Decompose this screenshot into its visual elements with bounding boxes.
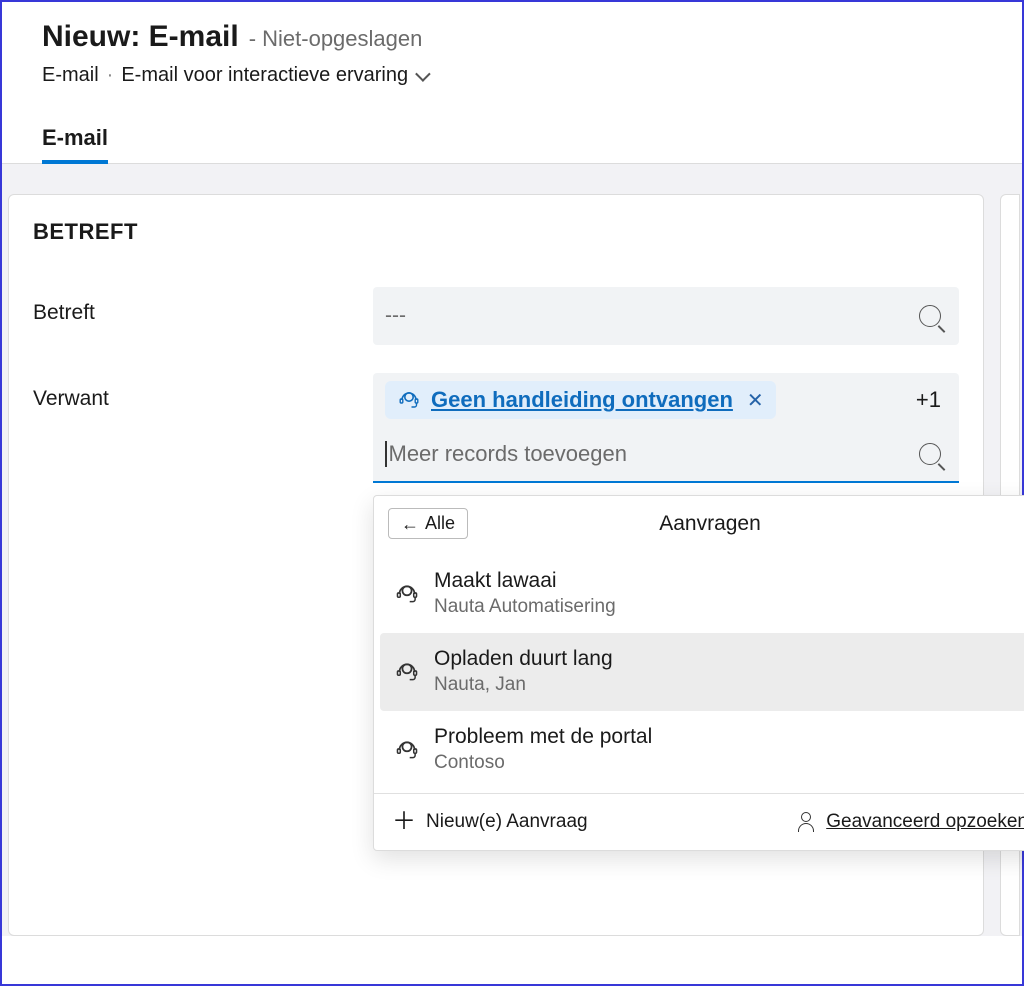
lookup-result-item[interactable]: Probleem met de portal Contoso — [380, 711, 1024, 789]
advanced-lookup-label: Geavanceerd opzoeken — [826, 811, 1024, 833]
form-selector-dropdown[interactable]: E-mail voor interactieve ervaring — [121, 64, 427, 87]
item-subtitle: Nauta, Jan — [434, 672, 613, 699]
form-header: Nieuw: E-mail - Niet-opgeslagen E-mail ·… — [2, 2, 1022, 87]
dropdown-title: Aanvragen — [659, 512, 761, 536]
verwant-add-more[interactable] — [373, 427, 959, 483]
new-record-label: Nieuw(e) Aanvraag — [426, 811, 588, 833]
betreft-placeholder: --- — [385, 304, 919, 328]
section-betreft: BETREFT Betreft --- Verwant Geen handl — [8, 194, 984, 936]
form-tabs: E-mail — [2, 117, 1022, 164]
tab-email[interactable]: E-mail — [42, 117, 108, 163]
dropdown-header: ← Alle Aanvragen — [374, 496, 1024, 551]
dropdown-list: Maakt lawaai Nauta Automatisering Oplade… — [374, 551, 1024, 793]
item-title: Maakt lawaai — [434, 567, 616, 594]
entity-label: E-mail — [42, 64, 99, 87]
pill-text: Geen handleiding ontvangen — [431, 387, 733, 413]
betreft-lookup[interactable]: --- — [373, 287, 959, 345]
item-title: Opladen duurt lang — [434, 645, 613, 672]
item-subtitle: Nauta Automatisering — [434, 594, 616, 621]
verwant-control: Geen handleiding ontvangen ✕ +1 ← Al — [373, 373, 959, 483]
verwant-pills-row: Geen handleiding ontvangen ✕ +1 — [373, 373, 959, 427]
form-selector-label: E-mail voor interactieve ervaring — [121, 64, 408, 87]
section-title: BETREFT — [33, 219, 959, 245]
back-all-button[interactable]: ← Alle — [388, 508, 468, 539]
item-title: Probleem met de portal — [434, 723, 652, 750]
case-icon — [394, 659, 420, 685]
new-record-button[interactable]: ＋ Nieuw(e) Aanvraag — [392, 810, 588, 834]
unsaved-status: - Niet-opgeslagen — [249, 26, 423, 52]
text-cursor — [385, 441, 387, 467]
remove-pill-button[interactable]: ✕ — [743, 388, 764, 413]
item-subtitle: Contoso — [434, 750, 652, 777]
field-label-betreft: Betreft — [33, 287, 373, 325]
dropdown-footer: ＋ Nieuw(e) Aanvraag Geavanceerd opzoeken — [374, 793, 1024, 850]
content-area: BETREFT Betreft --- Verwant Geen handl — [2, 164, 1022, 936]
plus-icon: ＋ — [392, 810, 416, 834]
case-icon — [394, 737, 420, 763]
lookup-result-item[interactable]: Opladen duurt lang Nauta, Jan — [380, 633, 1024, 711]
lookup-dropdown: ← Alle Aanvragen Maakt lawaai Na — [373, 495, 1024, 851]
case-icon — [397, 388, 421, 412]
search-icon — [919, 305, 941, 327]
back-label: Alle — [425, 513, 455, 534]
advanced-lookup-button[interactable]: Geavanceerd opzoeken — [796, 810, 1024, 834]
separator-dot: · — [107, 64, 114, 87]
lookup-result-item[interactable]: Maakt lawaai Nauta Automatisering — [380, 555, 1024, 633]
page-title: Nieuw: E-mail — [42, 20, 239, 54]
related-record-pill[interactable]: Geen handleiding ontvangen ✕ — [385, 381, 776, 419]
person-search-icon — [796, 812, 816, 832]
search-icon — [919, 443, 941, 465]
field-row-betreft: Betreft --- — [33, 287, 959, 345]
chevron-down-icon — [415, 66, 431, 82]
field-label-verwant: Verwant — [33, 373, 373, 411]
add-more-input[interactable] — [389, 441, 920, 467]
field-row-verwant: Verwant Geen handleiding ontvangen ✕ +1 — [33, 373, 959, 483]
more-records-count[interactable]: +1 — [916, 387, 947, 413]
case-icon — [394, 581, 420, 607]
arrow-left-icon: ← — [401, 515, 419, 533]
